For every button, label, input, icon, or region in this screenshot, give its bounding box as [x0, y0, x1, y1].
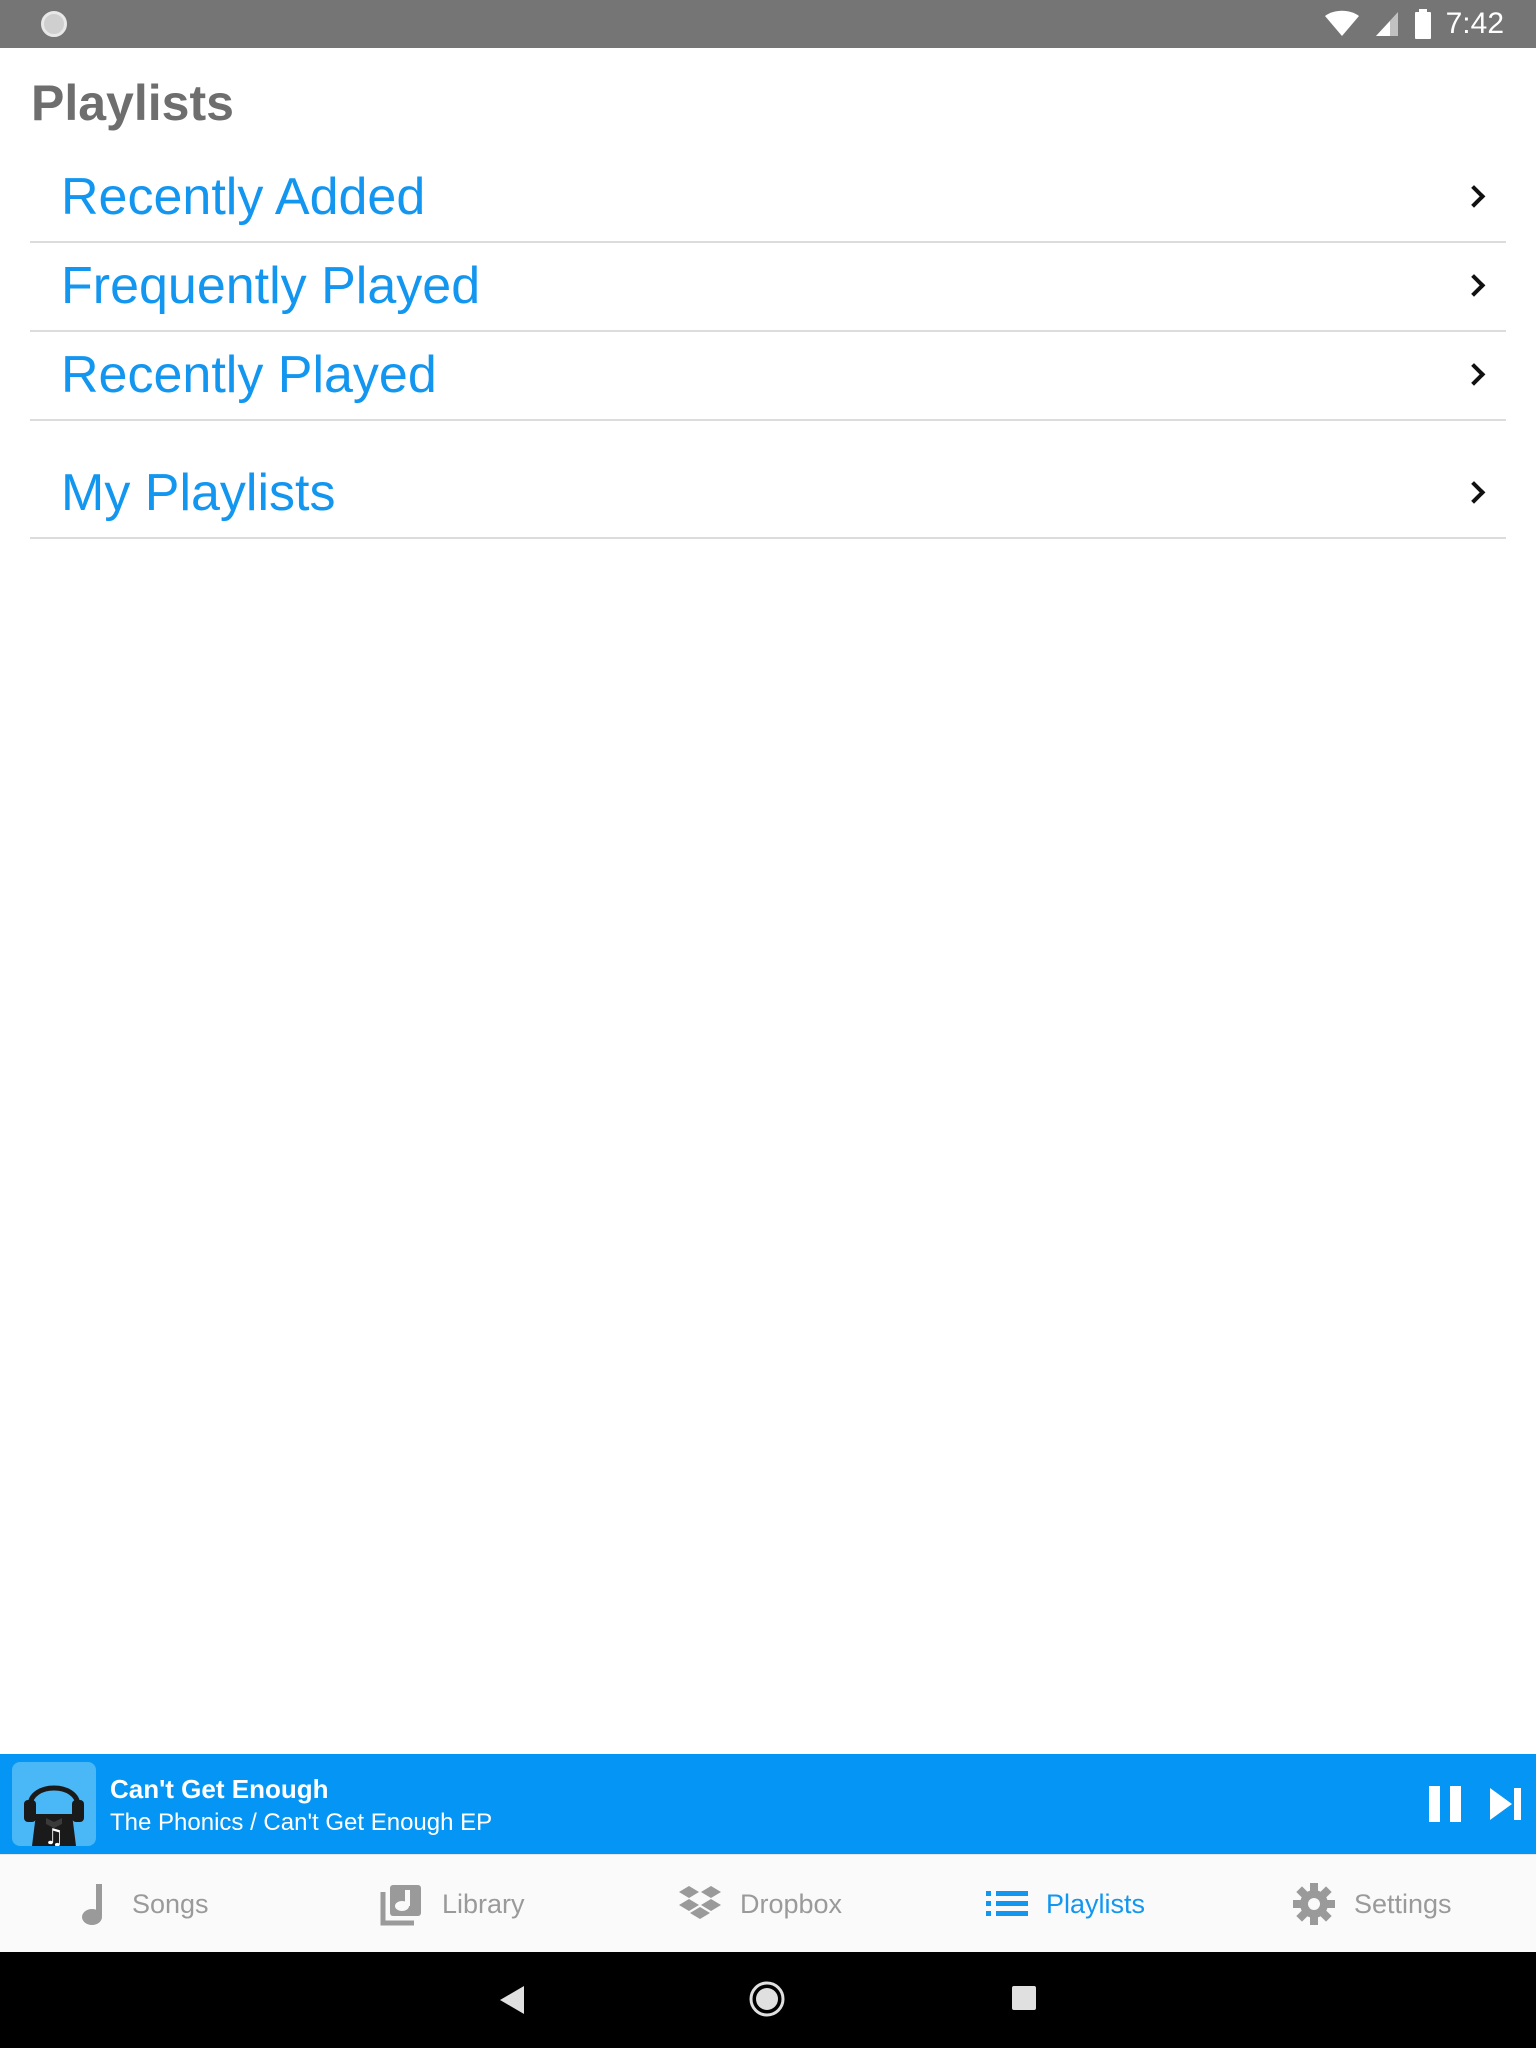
status-time: 7:42 — [1445, 7, 1504, 40]
list-item-label: Recently Played — [61, 346, 437, 404]
skip-next-button[interactable] — [1488, 1786, 1524, 1822]
status-icons: 7:42 — [1324, 0, 1504, 48]
track-title: Can't Get Enough — [110, 1774, 329, 1804]
tab-label: Songs — [132, 1888, 209, 1919]
pause-button[interactable] — [1428, 1786, 1462, 1822]
list-icon — [986, 1891, 1028, 1916]
page-title: Playlists — [31, 75, 234, 131]
chevron-right-icon — [1462, 273, 1486, 297]
tab-label: Settings — [1354, 1888, 1452, 1919]
now-playing-bar[interactable]: ♫ Can't Get Enough The Phonics / Can't G… — [0, 1754, 1536, 1854]
recents-icon[interactable] — [1011, 1985, 1037, 2011]
chevron-right-icon — [1462, 480, 1486, 504]
home-icon[interactable] — [748, 1980, 786, 2018]
list-item-frequently-played[interactable]: Frequently Played — [30, 243, 1506, 332]
track-subtitle: The Phonics / Can't Get Enough EP — [110, 1809, 493, 1836]
battery-icon — [1414, 9, 1431, 39]
status-bar: 7:42 — [0, 0, 1536, 48]
list-item-recently-played[interactable]: Recently Played — [30, 332, 1506, 421]
system-nav-bar — [0, 1952, 1536, 2048]
wifi-icon — [1324, 10, 1359, 36]
chevron-right-icon — [1462, 184, 1486, 208]
tab-playlists[interactable]: Playlists — [986, 1855, 1145, 1953]
pause-icon — [1429, 1786, 1440, 1822]
back-icon[interactable] — [498, 1984, 526, 2016]
list-item-label: My Playlists — [61, 464, 336, 522]
tab-songs[interactable]: Songs — [80, 1855, 209, 1953]
chevron-right-icon — [1462, 362, 1486, 386]
skip-next-icon — [1490, 1788, 1521, 1820]
list-item-label: Frequently Played — [61, 257, 481, 315]
dropbox-icon — [679, 1886, 721, 1919]
music-note-icon — [82, 1884, 102, 1925]
album-artwork[interactable]: ♫ — [12, 1762, 96, 1846]
svg-text:♫: ♫ — [44, 1825, 64, 1846]
gear-icon — [1293, 1883, 1335, 1925]
library-icon — [380, 1885, 421, 1926]
list-item-my-playlists[interactable]: My Playlists — [30, 450, 1506, 539]
list-item-recently-added[interactable]: Recently Added — [30, 154, 1506, 243]
tab-library[interactable]: Library — [380, 1855, 525, 1953]
cell-signal-icon — [1375, 12, 1398, 36]
tab-label: Library — [442, 1888, 525, 1919]
list-item-label: Recently Added — [61, 168, 426, 226]
tab-label: Playlists — [1046, 1888, 1146, 1919]
notification-dot-icon — [41, 11, 67, 37]
tab-label: Dropbox — [740, 1888, 843, 1919]
tab-bar: Songs Library Dropbox Playlists Settings — [0, 1854, 1536, 1952]
tab-settings[interactable]: Settings — [1292, 1855, 1452, 1953]
pause-icon — [1450, 1786, 1461, 1822]
tab-dropbox[interactable]: Dropbox — [678, 1855, 842, 1953]
headphones-music-icon: ♫ — [24, 1785, 84, 1846]
